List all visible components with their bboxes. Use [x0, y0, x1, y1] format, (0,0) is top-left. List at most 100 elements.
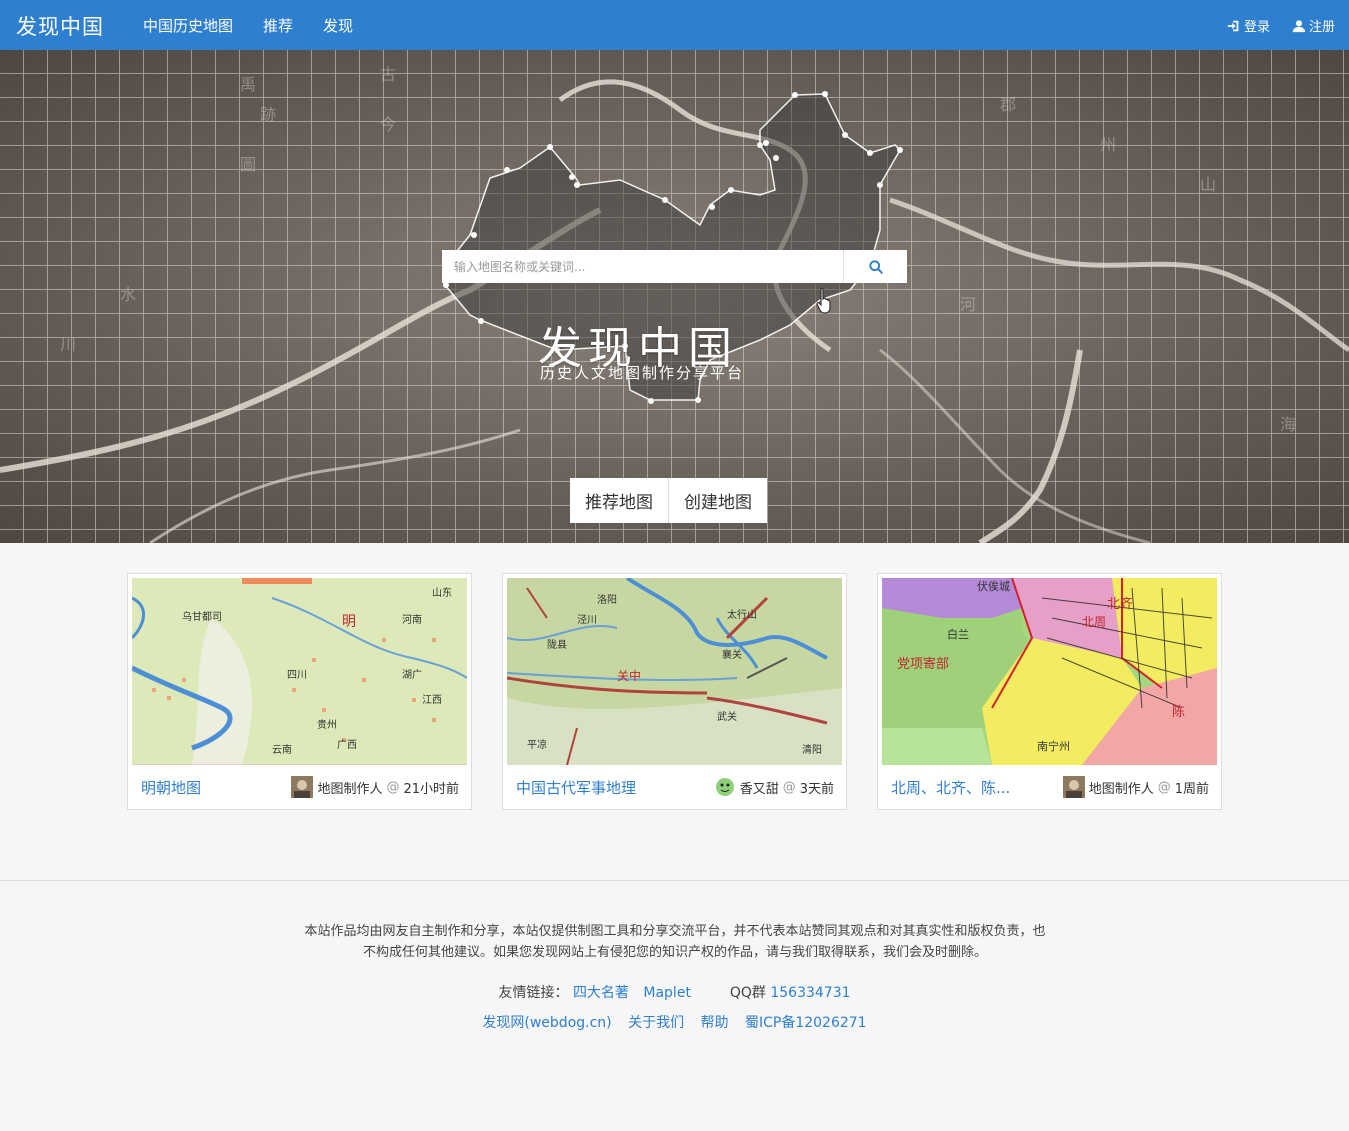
create-map-button[interactable]: 创建地图	[668, 478, 767, 523]
svg-text:广西: 广西	[337, 739, 357, 751]
svg-text:太行山: 太行山	[727, 608, 757, 621]
footer-link-webdog[interactable]: 发现网(webdog.cn)	[482, 1015, 611, 1031]
card-meta: 地图制作人 @ 21小时前	[291, 776, 459, 798]
search-bar	[442, 250, 907, 283]
search-button[interactable]	[843, 250, 907, 283]
map-card[interactable]: 乌甘都司 明 山东 河南 四川 湖广 贵州 广西 云南 江西 明朝地图 地图制作…	[127, 573, 472, 810]
svg-text:南宁州: 南宁州	[1037, 739, 1070, 753]
svg-text:今: 今	[380, 115, 396, 134]
map-thumbnail[interactable]: 党项寄部 北齐 陈 白兰 伏俟城 南宁州 北周	[882, 578, 1217, 765]
map-thumbnail[interactable]: 乌甘都司 明 山东 河南 四川 湖广 贵州 广西 云南 江西	[132, 578, 467, 765]
svg-text:云南: 云南	[272, 743, 292, 756]
at-symbol: @	[782, 779, 796, 795]
svg-text:山东: 山东	[432, 586, 452, 599]
svg-text:伏俟城: 伏俟城	[977, 579, 1010, 593]
author-name[interactable]: 地图制作人	[1089, 778, 1154, 797]
author-name[interactable]: 香又甜	[740, 778, 779, 797]
disclaimer-notice: 本站作品均由网友自主制作和分享，本站仅提供制图工具和分享交流平台，并不代表本站赞…	[270, 921, 1080, 963]
svg-text:河: 河	[960, 295, 976, 314]
user-icon	[1292, 19, 1306, 32]
ancient-map-background: 禹跡圖 古今 郡 州山河 水川海	[0, 50, 1349, 543]
svg-text:贵州: 贵州	[317, 718, 337, 731]
card-title[interactable]: 中国古代军事地理	[516, 777, 636, 798]
main-nav: 中国历史地图 推荐 发现	[143, 15, 383, 36]
search-icon	[868, 259, 883, 274]
svg-text:白兰: 白兰	[947, 627, 969, 641]
author-name[interactable]: 地图制作人	[317, 778, 382, 797]
svg-text:北齐: 北齐	[1107, 596, 1133, 612]
svg-text:河南: 河南	[402, 613, 422, 626]
svg-text:湖广: 湖广	[402, 669, 422, 681]
nav-china-history-map[interactable]: 中国历史地图	[143, 15, 233, 36]
svg-text:圖: 圖	[240, 155, 256, 174]
svg-text:海: 海	[1280, 415, 1296, 434]
hero-subtitle: 历史人文地图制作分享平台	[540, 364, 745, 382]
svg-text:州: 州	[1100, 135, 1116, 154]
recommend-maps-button[interactable]: 推荐地图	[570, 478, 668, 523]
post-time: 1周前	[1174, 781, 1209, 797]
disclaimer-line-2: 不构成任何其他建议。如果您发现网站上有侵犯您的知识产权的作品，请与我们取得联系，…	[362, 945, 987, 960]
svg-text:山: 山	[1200, 175, 1216, 194]
hero-button-group: 推荐地图 创建地图	[570, 478, 767, 523]
at-symbol: @	[1157, 779, 1171, 795]
disclaimer-line-1: 本站作品均由网友自主制作和分享，本站仅提供制图工具和分享交流平台，并不代表本站赞…	[304, 924, 1046, 939]
register-label: 注册	[1308, 20, 1335, 35]
brand-logo[interactable]: 发现中国	[16, 11, 104, 41]
friend-links-label: 友情链接：	[498, 985, 569, 1001]
friend-link-sidamingzhu[interactable]: 四大名著	[573, 985, 629, 1001]
avatar[interactable]	[713, 776, 736, 798]
friend-links-row: 友情链接： 四大名著 Maplet QQ群 156334731	[0, 982, 1349, 1002]
post-time: 21小时前	[403, 781, 459, 797]
svg-text:关中: 关中	[617, 668, 641, 683]
auth-nav: 登录 注册	[1227, 16, 1335, 35]
svg-text:泾川: 泾川	[577, 613, 597, 626]
svg-text:清阳: 清阳	[802, 743, 822, 756]
svg-text:武关: 武关	[717, 710, 737, 723]
svg-text:北周: 北周	[1082, 615, 1106, 629]
footer-link-help[interactable]: 帮助	[701, 1015, 729, 1031]
map-label-wuganduosi: 乌甘都司	[182, 610, 222, 623]
login-label: 登录	[1243, 20, 1270, 35]
svg-text:四川: 四川	[287, 670, 307, 681]
footer-link-about[interactable]: 关于我们	[628, 1015, 684, 1031]
qq-group-label: QQ群	[729, 985, 766, 1001]
svg-text:郡: 郡	[1000, 95, 1016, 114]
login-link[interactable]: 登录	[1227, 16, 1270, 35]
svg-text:襄关: 襄关	[722, 648, 742, 661]
bottom-links-row: 发现网(webdog.cn) 关于我们 帮助 蜀ICP备12026271	[0, 1012, 1349, 1032]
register-link[interactable]: 注册	[1292, 16, 1335, 35]
card-meta: 香又甜 @ 3天前	[713, 776, 834, 798]
avatar[interactable]	[291, 776, 314, 798]
at-symbol: @	[386, 779, 400, 795]
svg-text:江西: 江西	[422, 694, 442, 706]
avatar[interactable]	[1062, 776, 1085, 798]
nav-discover[interactable]: 发现	[323, 15, 353, 36]
qq-group-number[interactable]: 156334731	[770, 985, 850, 1001]
svg-text:平凉: 平凉	[527, 738, 547, 751]
svg-text:水: 水	[120, 285, 136, 304]
svg-text:跡: 跡	[260, 105, 276, 124]
svg-text:古: 古	[380, 65, 396, 84]
map-thumbnail[interactable]: 关中 襄关 武关 陇县 泾川 平凉 洛阳 太行山 清阳	[507, 578, 842, 765]
card-title[interactable]: 北周、北齐、陈...	[891, 777, 1010, 798]
svg-text:洛阳: 洛阳	[597, 593, 617, 606]
hand-cursor-icon	[816, 287, 831, 314]
top-navbar: 发现中国 中国历史地图 推荐 发现 登录 注册	[0, 0, 1349, 50]
map-card[interactable]: 关中 襄关 武关 陇县 泾川 平凉 洛阳 太行山 清阳 中国古代军事地理 香又甜…	[502, 573, 847, 810]
svg-text:禹: 禹	[240, 75, 256, 94]
nav-recommend[interactable]: 推荐	[263, 15, 293, 36]
footer-link-icp[interactable]: 蜀ICP备12026271	[745, 1015, 867, 1031]
svg-text:党项寄部: 党项寄部	[897, 656, 949, 672]
svg-text:川: 川	[60, 335, 76, 354]
card-meta: 地图制作人 @ 1周前	[1062, 776, 1209, 798]
search-input[interactable]	[442, 250, 843, 283]
login-icon	[1227, 20, 1239, 31]
svg-text:明: 明	[342, 614, 356, 630]
map-card[interactable]: 党项寄部 北齐 陈 白兰 伏俟城 南宁州 北周 北周、北齐、陈... 地图制作人…	[877, 573, 1222, 810]
footer-divider	[0, 880, 1349, 881]
hero-banner: 禹跡圖 古今郡 州山河 水川海 发现中国 历史人文地图制作分享平台 推荐地图 创…	[0, 50, 1349, 543]
friend-link-maplet[interactable]: Maplet	[643, 985, 691, 1001]
svg-text:陇县: 陇县	[547, 638, 567, 651]
card-title[interactable]: 明朝地图	[141, 777, 201, 798]
post-time: 3天前	[799, 781, 834, 797]
